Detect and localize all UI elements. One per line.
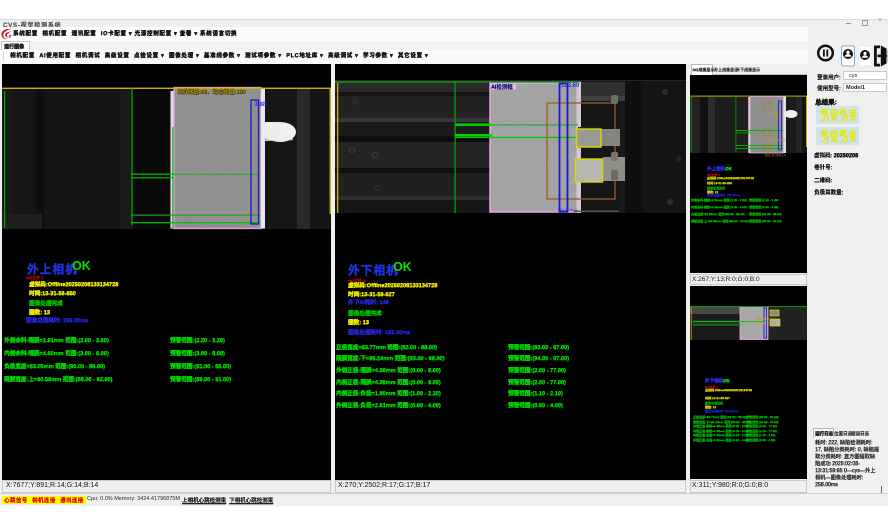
svg-text:855.4 62.3: 855.4 62.3 — [756, 317, 773, 321]
svg-text:AI检测框: AI检测框 — [491, 82, 513, 90]
svg-text:3.6 480.4: 3.6 480.4 — [766, 112, 781, 116]
svg-text:TL8.10 6a,0: TL8.10 6a,0 — [558, 208, 577, 212]
svg-text:123.60: 123.60 — [561, 83, 580, 89]
svg-text:13.07 5x/1.6: 13.07 5x/1.6 — [766, 138, 785, 142]
svg-text:903.8 70.1x4: 903.8 70.1x4 — [756, 322, 776, 326]
svg-text:511.10 5x/1.0: 511.10 5x/1.0 — [765, 154, 786, 158]
svg-text:灰阶阈值:93，动态阈值:100: 灰阶阈值:93，动态阈值:100 — [177, 87, 245, 95]
svg-text:3.88: 3.88 — [255, 102, 267, 108]
